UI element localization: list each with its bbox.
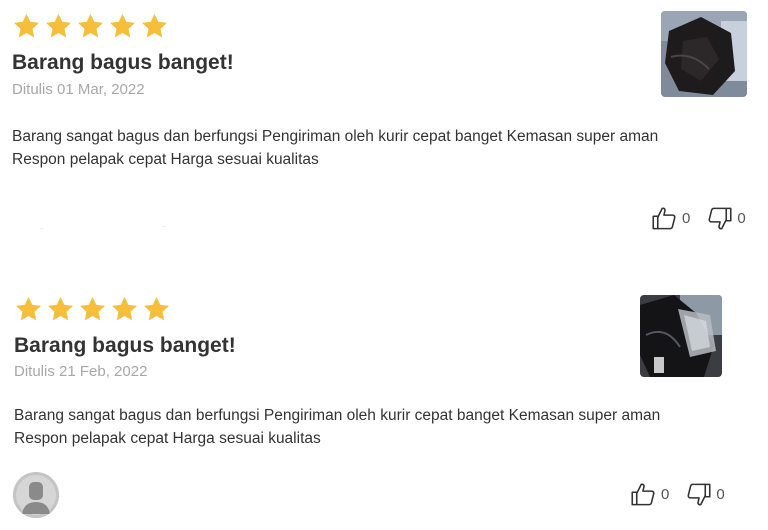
avatar bbox=[13, 472, 59, 518]
dislike-count: 0 bbox=[716, 486, 725, 503]
divider bbox=[162, 226, 166, 227]
review-body: Barang sangat bagus dan berfungsi Pengir… bbox=[14, 404, 660, 450]
star-icon bbox=[142, 13, 167, 38]
thumbs-down-icon bbox=[708, 207, 732, 230]
vote-controls: 0 0 bbox=[651, 205, 746, 232]
review-card: Barang bagus banget! Ditulis 21 Feb, 202… bbox=[0, 280, 768, 530]
user-avatar-icon bbox=[13, 472, 59, 518]
review-body-line: Barang sangat bagus dan berfungsi Pengir… bbox=[14, 407, 661, 424]
dislike-button[interactable]: 0 bbox=[685, 481, 725, 508]
star-rating bbox=[12, 12, 169, 41]
review-body-line: Barang sangat bagus dan berfungsi Pengir… bbox=[12, 128, 659, 145]
review-title: Barang bagus banget! bbox=[14, 334, 236, 357]
review-date: Ditulis 21 Feb, 2022 bbox=[14, 363, 148, 380]
star-icon bbox=[144, 296, 169, 321]
product-photo-icon bbox=[661, 11, 747, 97]
star-icon bbox=[14, 13, 39, 38]
product-photo-icon bbox=[640, 295, 722, 377]
like-count: 0 bbox=[661, 486, 670, 503]
star-icon bbox=[48, 296, 73, 321]
star-icon bbox=[112, 296, 137, 321]
star-icon bbox=[16, 296, 41, 321]
star-icon bbox=[46, 13, 71, 38]
review-date: Ditulis 01 Mar, 2022 bbox=[12, 81, 145, 98]
review-body-line: Respon pelapak cepat Harga sesuai kualit… bbox=[14, 430, 321, 447]
review-body-line: Respon pelapak cepat Harga sesuai kualit… bbox=[12, 151, 319, 168]
review-card: Barang bagus banget! Ditulis 01 Mar, 202… bbox=[0, 0, 768, 260]
star-icon bbox=[80, 296, 105, 321]
like-count: 0 bbox=[682, 210, 691, 227]
divider bbox=[40, 228, 44, 229]
star-icon bbox=[110, 13, 135, 38]
like-button[interactable]: 0 bbox=[630, 481, 669, 508]
star-icon bbox=[78, 13, 103, 38]
thumbs-up-icon bbox=[652, 207, 676, 230]
vote-controls: 0 0 bbox=[630, 481, 725, 508]
review-photo[interactable] bbox=[661, 11, 747, 97]
dislike-count: 0 bbox=[737, 210, 746, 227]
dislike-button[interactable]: 0 bbox=[706, 205, 746, 232]
review-title: Barang bagus banget! bbox=[12, 51, 234, 74]
review-photo[interactable] bbox=[640, 295, 722, 377]
star-rating bbox=[14, 295, 171, 324]
thumbs-up-icon bbox=[631, 483, 655, 506]
like-button[interactable]: 0 bbox=[651, 205, 690, 232]
review-body: Barang sangat bagus dan berfungsi Pengir… bbox=[12, 125, 658, 171]
thumbs-down-icon bbox=[687, 483, 711, 506]
